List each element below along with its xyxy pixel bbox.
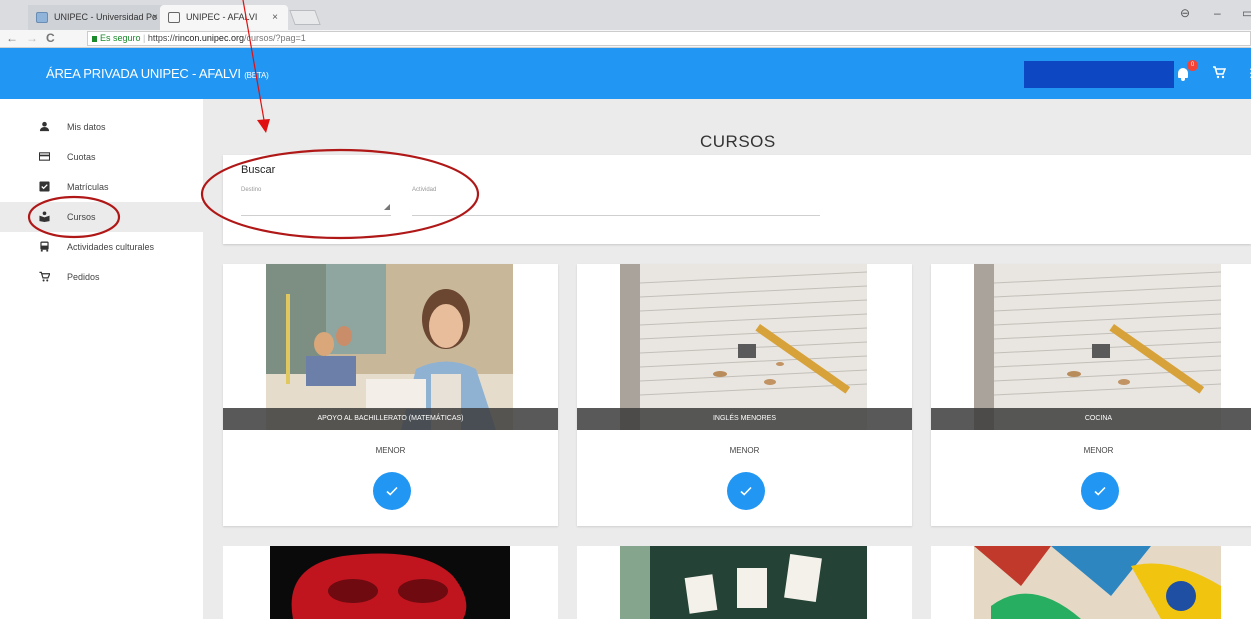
favicon-icon (36, 12, 48, 23)
course-card[interactable] (577, 546, 912, 619)
tab-close-icon[interactable]: × (152, 5, 158, 30)
app-title-text: ÁREA PRIVADA UNIPEC - AFALVI (46, 66, 241, 81)
reload-icon[interactable]: C (46, 31, 55, 45)
select-arrow-icon[interactable] (384, 204, 390, 210)
credit-card-icon (39, 152, 50, 161)
course-image (270, 546, 510, 619)
course-image (620, 264, 867, 430)
enroll-check-button[interactable] (727, 472, 765, 510)
sidebar-item-label: Mis datos (67, 122, 106, 132)
sidebar-item-actividades-culturales[interactable]: Actividades culturales (0, 232, 203, 262)
page-icon (168, 12, 180, 23)
actividad-input[interactable] (412, 215, 820, 216)
restore-button[interactable]: ▭ (1242, 6, 1251, 20)
course-card[interactable]: COCINA MENOR (931, 264, 1251, 526)
course-card[interactable] (223, 546, 558, 619)
lock-icon (92, 36, 97, 42)
course-image (620, 546, 867, 619)
cart-icon[interactable] (1212, 65, 1227, 82)
course-card[interactable] (931, 546, 1251, 619)
cart-icon (39, 271, 50, 282)
tab-title: UNIPEC - Universidad Po (54, 12, 158, 22)
account-icon[interactable]: ⊖ (1180, 6, 1190, 20)
sidebar-item-label: Matrículas (67, 182, 109, 192)
bus-icon (40, 241, 49, 252)
course-card[interactable]: APOYO AL BACHILLERATO (MATEMÁTICAS) MENO… (223, 264, 558, 526)
sidebar-item-matriculas[interactable]: Matrículas (0, 172, 203, 202)
notification-badge: 0 (1187, 60, 1198, 71)
check-icon (740, 486, 752, 496)
tab-close-icon[interactable]: × (272, 5, 278, 30)
sidebar: Mis datos Cuotas Matrículas Cursos Activ… (0, 99, 203, 619)
beta-label: (BETA) (244, 71, 269, 80)
course-image (974, 546, 1221, 619)
sidebar-item-mis-datos[interactable]: Mis datos (0, 112, 203, 142)
address-bar[interactable]: Es seguro | https://rincon.unipec.org/cu… (87, 31, 1251, 46)
person-icon (39, 121, 50, 132)
sidebar-item-label: Actividades culturales (67, 242, 155, 252)
enroll-check-button[interactable] (373, 472, 411, 510)
back-icon[interactable]: ← (6, 31, 18, 45)
actividad-label: Actividad (412, 187, 437, 193)
forward-icon[interactable]: → (26, 31, 38, 45)
course-level: MENOR (729, 446, 760, 455)
app-header: ÁREA PRIVADA UNIPEC - AFALVI (BETA) ⋮ (0, 48, 1251, 99)
url-scheme: https:// (147, 33, 175, 43)
course-level: MENOR (1083, 446, 1114, 455)
page-title: CURSOS (700, 132, 776, 151)
sidebar-item-pedidos[interactable]: Pedidos (0, 262, 203, 292)
secure-label: Es seguro (100, 33, 141, 43)
course-title: INGLÉS MENORES (577, 408, 912, 430)
course-image (974, 264, 1221, 430)
search-heading: Buscar (241, 164, 276, 176)
browser-tab[interactable]: UNIPEC - Universidad Po × (28, 5, 168, 30)
browser-toolbar: ← → C Es seguro | https://rincon.unipec.… (0, 30, 1251, 48)
destino-label: Destino (241, 187, 262, 193)
app-title: ÁREA PRIVADA UNIPEC - AFALVI (BETA) (46, 66, 269, 81)
sidebar-item-cuotas[interactable]: Cuotas (0, 142, 203, 172)
school-icon (39, 211, 50, 222)
url-host: rincon.unipec.org (174, 33, 244, 43)
course-level: MENOR (375, 446, 406, 455)
user-menu[interactable] (1024, 61, 1174, 88)
sidebar-item-label: Cuotas (67, 152, 96, 162)
enroll-check-button[interactable] (1081, 472, 1119, 510)
destino-select[interactable] (241, 215, 391, 216)
check-icon (386, 486, 398, 496)
more-icon[interactable]: ⋮ (1245, 66, 1251, 80)
sidebar-item-cursos[interactable]: Cursos (0, 202, 203, 232)
course-title: APOYO AL BACHILLERATO (MATEMÁTICAS) (223, 408, 558, 430)
sidebar-item-label: Pedidos (67, 272, 100, 282)
browser-tab-active[interactable]: UNIPEC - AFALVI × (160, 5, 288, 30)
url-path: /cursos/?pag=1 (243, 33, 306, 43)
sidebar-item-label: Cursos (67, 212, 96, 222)
tab-title: UNIPEC - AFALVI (186, 12, 258, 22)
new-tab-button[interactable] (289, 10, 321, 25)
course-title: COCINA (931, 408, 1251, 430)
search-panel: Buscar Destino Actividad (223, 155, 1251, 244)
browser-tabbar: UNIPEC - Universidad Po × UNIPEC - AFALV… (0, 0, 1251, 30)
check-icon (1094, 486, 1106, 496)
course-card[interactable]: INGLÉS MENORES MENOR (577, 264, 912, 526)
checkbox-icon (39, 181, 50, 192)
minimize-button[interactable]: – (1214, 6, 1221, 20)
course-image (266, 264, 513, 430)
